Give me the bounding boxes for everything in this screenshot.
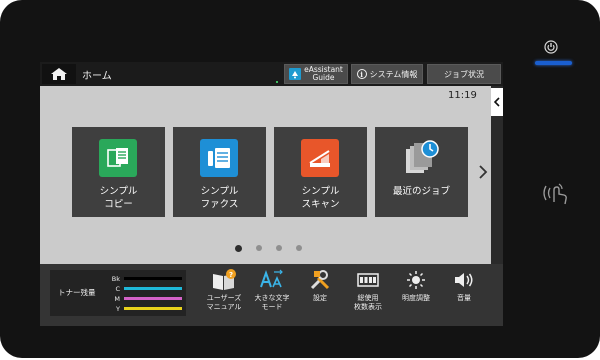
manual-icon: ? (213, 269, 236, 290)
settings-icon (310, 270, 330, 290)
recent-jobs-tile[interactable]: 最近のジョブ (375, 127, 468, 217)
toner-row-black: Bk (108, 274, 182, 283)
job-status-button[interactable]: ジョブ状況 (427, 64, 501, 84)
toner-level-title: トナー残量 (58, 288, 96, 297)
simple-fax-tile[interactable]: シンプル ファクス (173, 127, 266, 217)
scan-icon (301, 139, 339, 177)
brightness-icon (407, 271, 425, 289)
system-info-button[interactable]: i システム情報 (351, 64, 423, 84)
counter-icon (357, 273, 379, 287)
bottom-bar: トナー残量 Bk C M Y ? ユーザーズ マニュアル 大きな文字 モード 設… (40, 264, 503, 326)
home-icon (51, 68, 67, 80)
toner-row-magenta: M (108, 294, 182, 303)
screen-title: ホーム (82, 71, 112, 82)
large-text-mode-button[interactable]: 大きな文字 モード (248, 268, 296, 322)
simple-scan-tile[interactable]: シンプル スキャン (274, 127, 367, 217)
page-dot-4[interactable] (296, 245, 302, 251)
simple-scan-label: シンプル スキャン (301, 186, 340, 210)
page-dot-1[interactable] (235, 244, 242, 252)
toner-row-cyan: C (108, 284, 182, 293)
chevron-left-icon (494, 97, 500, 107)
toner-color-label: Y (116, 304, 120, 313)
large-text-mode-label: 大きな文字 モード (254, 294, 290, 311)
status-indicator (276, 81, 278, 83)
nfc-touch-icon (543, 183, 567, 205)
total-count-button[interactable]: 総使用 枚数表示 (344, 268, 392, 322)
user-manual-button[interactable]: ? ユーザーズ マニュアル (200, 268, 248, 322)
info-icon: i (356, 69, 367, 79)
chevron-right-icon[interactable] (478, 164, 488, 180)
svg-text:?: ? (229, 271, 233, 279)
home-main-area: 11:19 シンプル コピー シンプル ファクス シンプル スキャン 最近のジョ… (40, 86, 491, 264)
simple-copy-label: シンプル コピー (99, 186, 138, 210)
fax-icon (200, 139, 238, 177)
toner-color-label: Bk (111, 274, 120, 283)
side-panel-toggle[interactable] (491, 88, 503, 116)
page-dot-2[interactable] (256, 245, 262, 251)
toner-bar-black (124, 277, 182, 280)
toner-bar-yellow (124, 307, 182, 310)
toner-color-label: M (114, 294, 120, 303)
simple-copy-tile[interactable]: シンプル コピー (72, 127, 165, 217)
home-button[interactable] (42, 64, 76, 84)
large-text-icon (260, 269, 283, 288)
settings-label: 設定 (313, 294, 327, 302)
volume-icon (455, 273, 473, 287)
brightness-button[interactable]: 明度調整 (392, 268, 440, 322)
toner-level-panel[interactable]: トナー残量 Bk C M Y (50, 270, 186, 316)
toner-bar-magenta (124, 297, 182, 300)
recent-jobs-icon (402, 139, 440, 177)
copy-icon (99, 139, 137, 177)
system-info-label: システム情報 (369, 69, 418, 79)
brightness-label: 明度調整 (402, 294, 430, 302)
volume-button[interactable]: 音量 (440, 268, 488, 322)
eassistant-guide-button[interactable]: eAssistant Guide (284, 64, 348, 84)
simple-fax-label: シンプル ファクス (200, 186, 239, 210)
total-count-label: 総使用 枚数表示 (354, 294, 382, 311)
toner-bar-cyan (124, 287, 182, 290)
settings-button[interactable]: 設定 (296, 268, 344, 322)
user-manual-label: ユーザーズ マニュアル (206, 294, 242, 311)
volume-label: 音量 (457, 294, 471, 302)
eassistant-icon (289, 68, 302, 80)
printer-panel: ホーム eAssistant Guide i システム情報 ジョブ状況 11:1… (0, 0, 600, 358)
page-indicator (235, 244, 302, 252)
touch-screen: ホーム eAssistant Guide i システム情報 ジョブ状況 11:1… (40, 62, 503, 326)
power-indicator-led (535, 61, 572, 65)
page-dot-3[interactable] (276, 245, 282, 251)
clock: 11:19 (448, 90, 477, 101)
toner-color-label: C (115, 284, 120, 293)
toner-row-yellow: Y (108, 304, 182, 313)
eassistant-guide-label: eAssistant Guide (304, 65, 343, 82)
power-icon[interactable] (544, 40, 558, 54)
job-status-label: ジョブ状況 (444, 69, 484, 79)
top-bar: ホーム eAssistant Guide i システム情報 ジョブ状況 (40, 62, 503, 86)
recent-jobs-label: 最近のジョブ (392, 186, 450, 197)
